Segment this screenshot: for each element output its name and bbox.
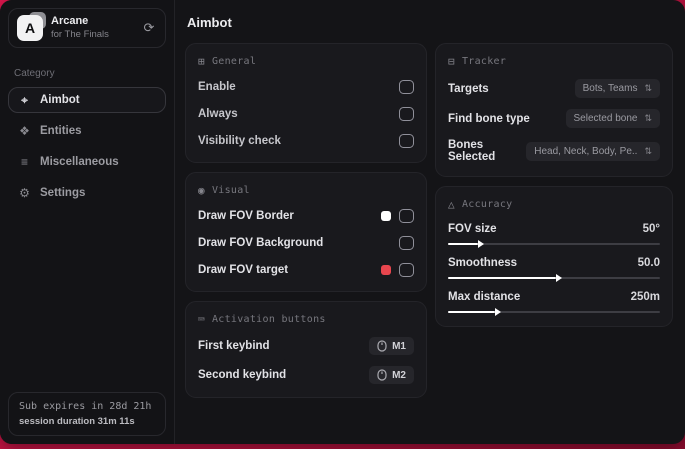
category-label: Category [14, 68, 55, 79]
enable-checkbox[interactable] [399, 80, 414, 94]
general-row-enable: Enable [198, 79, 414, 95]
accuracy-card: △ Accuracy FOV size 50° Smoothness 50.0 … [435, 186, 673, 327]
smoothness-slider[interactable] [448, 274, 660, 282]
fov-target-checkbox[interactable] [399, 263, 414, 277]
visual-row-fov-border: Draw FOV Border [198, 208, 414, 224]
page-title: Aimbot [187, 15, 232, 30]
fov-target-color-swatch[interactable] [381, 265, 391, 275]
tracker-card: ⊟ Tracker Targets Bots, Teams ⇅ Find bon… [435, 43, 673, 177]
max-distance-value: 250m [630, 291, 660, 303]
sidebar-item-entities[interactable]: ❖ Entities [8, 118, 166, 144]
select-arrows-icon: ⇅ [644, 113, 652, 123]
find-bone-type-row: Find bone type Selected bone ⇅ [448, 109, 660, 128]
sidebar: A Arcane for The Finals ⟳ Category ⌖ Aim… [0, 0, 175, 444]
accuracy-icon: △ [448, 198, 455, 211]
bones-selected-dropdown[interactable]: Head, Neck, Body, Pe.. ⇅ [526, 141, 660, 161]
app-window: A Arcane for The Finals ⟳ Category ⌖ Aim… [0, 0, 685, 444]
slider-fill[interactable] [448, 274, 563, 282]
sidebar-item-aimbot[interactable]: ⌖ Aimbot [8, 87, 166, 113]
sliders-icon: ≡ [20, 155, 28, 169]
slider-fill[interactable] [448, 240, 484, 248]
visual-row-fov-target: Draw FOV target [198, 262, 414, 278]
visual-icon: ◉ [198, 184, 205, 197]
fov-border-checkbox[interactable] [399, 209, 414, 223]
app-logo: A [17, 12, 46, 41]
fov-background-checkbox[interactable] [399, 236, 414, 250]
slider-fill[interactable] [448, 308, 501, 316]
smoothness-slider-block: Smoothness 50.0 [448, 257, 660, 282]
fov-size-slider[interactable] [448, 240, 660, 248]
session-duration-text: session duration 31m 11s [19, 416, 135, 427]
general-card: ⊞ General Enable Always Visibility check [185, 43, 427, 163]
entities-icon: ❖ [19, 124, 30, 138]
fov-border-color-swatch[interactable] [381, 211, 391, 221]
first-keybind-button[interactable]: M1 [369, 337, 414, 355]
card-title: Visual [211, 185, 250, 196]
sidebar-item-miscellaneous[interactable]: ≡ Miscellaneous [8, 149, 166, 175]
targets-row: Targets Bots, Teams ⇅ [448, 79, 660, 98]
select-arrows-icon: ⇅ [644, 83, 652, 93]
sidebar-nav: ⌖ Aimbot ❖ Entities ≡ Miscellaneous ⚙ Se… [0, 87, 174, 206]
tracker-icon: ⊟ [448, 55, 455, 68]
always-checkbox[interactable] [399, 107, 414, 121]
app-header: A Arcane for The Finals ⟳ [8, 8, 166, 48]
crosshair-icon: ⌖ [21, 92, 28, 107]
targets-dropdown[interactable]: Bots, Teams ⇅ [574, 79, 660, 98]
fov-size-slider-block: FOV size 50° [448, 223, 660, 248]
app-titles: Arcane for The Finals [51, 15, 109, 41]
app-name: Arcane [51, 15, 89, 28]
general-row-always: Always [198, 106, 414, 122]
bones-selected-row: Bones Selected Head, Neck, Body, Pe.. ⇅ [448, 139, 660, 163]
fov-size-value: 50° [642, 223, 660, 235]
max-distance-slider-block: Max distance 250m [448, 291, 660, 316]
second-keybind-row: Second keybind M2 [198, 366, 414, 384]
gear-icon: ⚙ [19, 186, 30, 200]
smoothness-value: 50.0 [637, 257, 660, 269]
visual-row-fov-background: Draw FOV Background [198, 235, 414, 251]
find-bone-type-dropdown[interactable]: Selected bone ⇅ [565, 109, 660, 128]
card-title: Activation buttons [211, 314, 326, 325]
visual-card: ◉ Visual Draw FOV Border Draw FOV Backgr… [185, 172, 427, 292]
card-title: Accuracy [461, 199, 513, 210]
card-title: General [211, 56, 257, 67]
max-distance-slider[interactable] [448, 308, 660, 316]
keyboard-icon: ⌨ [198, 313, 205, 326]
sidebar-item-label: Settings [40, 187, 86, 199]
general-row-visibility: Visibility check [198, 133, 414, 149]
main-content: Aimbot ⊞ General Enable Always Visibilit… [175, 0, 685, 444]
card-title: Tracker [461, 56, 507, 67]
subscription-info: Sub expires in 28d 21h session duration … [8, 392, 166, 436]
second-keybind-button[interactable]: M2 [369, 366, 414, 384]
sidebar-item-label: Aimbot [40, 94, 80, 106]
sidebar-item-settings[interactable]: ⚙ Settings [8, 180, 166, 206]
sub-expiry-text: Sub expires in 28d 21h [19, 401, 152, 412]
app-subtitle: for The Finals [51, 28, 109, 40]
general-icon: ⊞ [198, 55, 205, 68]
mouse-icon [377, 340, 387, 352]
sidebar-item-label: Entities [40, 125, 82, 137]
activation-buttons-card: ⌨ Activation buttons First keybind M1 Se… [185, 301, 427, 398]
visibility-check-checkbox[interactable] [399, 134, 414, 148]
select-arrows-icon: ⇅ [644, 145, 652, 156]
logo-letter: A [17, 15, 43, 41]
mouse-icon [377, 369, 387, 381]
refresh-icon[interactable]: ⟳ [141, 20, 157, 36]
first-keybind-row: First keybind M1 [198, 337, 414, 355]
sidebar-item-label: Miscellaneous [40, 156, 119, 168]
